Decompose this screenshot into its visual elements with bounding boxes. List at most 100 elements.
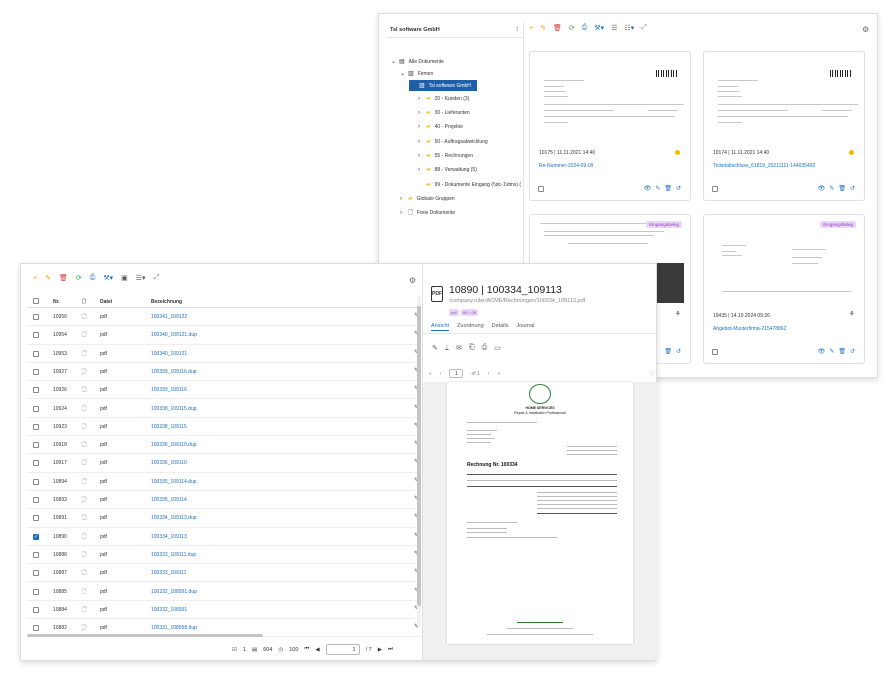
external-icon[interactable]: ⤢	[641, 24, 647, 32]
row-name[interactable]: 100338_109115.dup	[151, 406, 197, 412]
eye-icon[interactable]: 👁	[644, 185, 652, 192]
table-row[interactable]: 10923🗋pdf100338_109115✎	[27, 418, 421, 437]
pencil-icon[interactable]: ✎	[655, 185, 660, 192]
card-checkbox[interactable]	[712, 349, 718, 355]
print-icon[interactable]: ⎙	[90, 274, 96, 282]
external-icon[interactable]: ⤢	[154, 274, 160, 282]
chevron-icon[interactable]: ›	[400, 210, 408, 216]
row-checkbox[interactable]	[33, 515, 39, 522]
tab-ansicht[interactable]: Ansicht	[431, 323, 450, 331]
prev-page-icon[interactable]: ‹	[440, 371, 442, 377]
card-link[interactable]: Angebot-Musterfirma-215478862	[713, 326, 786, 332]
row-checkbox[interactable]	[33, 625, 39, 632]
tab-details[interactable]: Details	[492, 323, 509, 331]
row-name[interactable]: 100334_109113	[151, 534, 187, 540]
row-checkbox[interactable]	[33, 570, 39, 577]
next-page-icon[interactable]: ›	[488, 371, 490, 377]
more-icon[interactable]: ⋮	[650, 371, 655, 377]
table-row[interactable]: 10893🗋pdf100335_109114✎	[27, 491, 421, 510]
pin-icon[interactable]: ⚘	[849, 310, 855, 318]
row-name[interactable]: 100335_109114.dup	[151, 479, 197, 485]
row-name[interactable]: 100340_109121	[151, 351, 187, 357]
next-page-icon[interactable]: ▶	[378, 647, 382, 653]
tab-zuordnung[interactable]: Zuordnung	[457, 323, 484, 331]
row-name[interactable]: 100333_109111.dup	[151, 552, 196, 558]
row-name[interactable]: 100340_109121.dup	[151, 332, 197, 338]
viewer-page-input[interactable]: 1	[449, 369, 464, 378]
card-checkbox[interactable]	[712, 186, 718, 192]
card-link[interactable]: Ticketabschluss_61819_20211111-144035492	[713, 163, 815, 169]
history-icon[interactable]: ↺	[850, 348, 855, 355]
delete-icon[interactable]: 🗑	[553, 24, 562, 32]
page-input[interactable]: 1	[325, 644, 360, 655]
table-row[interactable]: 10917🗋pdf100336_109110✎	[27, 454, 421, 473]
view-icon[interactable]: ☷▾	[624, 24, 634, 32]
trash-icon[interactable]: 🗑	[664, 348, 672, 355]
row-checkbox[interactable]	[33, 423, 39, 430]
chevron-icon[interactable]: ›	[418, 153, 426, 159]
table-row[interactable]: 10918🗋pdf100336_109110.dup✎	[27, 436, 421, 455]
list-view-icon[interactable]: ☰▾	[136, 274, 146, 282]
card-checkbox[interactable]	[538, 186, 544, 192]
refresh-icon[interactable]: ⟳	[76, 274, 82, 282]
table-row[interactable]: 10953🗋pdf100340_109121✎	[27, 345, 421, 363]
refresh-icon[interactable]: ⟳	[569, 24, 575, 32]
trash-icon[interactable]: 🗑	[838, 185, 846, 192]
row-checkbox[interactable]	[33, 551, 39, 558]
tree-item[interactable]: › ▰ 50 - Auftragsabwicklung	[418, 136, 488, 147]
table-row[interactable]: 10891🗋pdf100334_109113.dup✎	[27, 509, 421, 528]
table-row[interactable]: 10956🗋pdf100341_109122✎	[27, 308, 421, 327]
first-page-icon[interactable]: «	[429, 371, 432, 377]
table-row[interactable]: 10954🗋pdf100340_109121.dup✎	[27, 326, 421, 345]
chevron-icon[interactable]: ›	[418, 124, 426, 130]
row-checkbox[interactable]	[33, 606, 39, 613]
chevron-icon[interactable]: ⌄	[391, 58, 399, 65]
table-row[interactable]: 10888🗋pdf100333_109111.dup✎	[27, 546, 421, 565]
table-row[interactable]: 10924🗋pdf100338_109115.dup✎	[27, 400, 421, 418]
prev-page-icon[interactable]: ◀	[315, 647, 319, 653]
row-checkbox[interactable]	[33, 405, 39, 412]
row-checkbox[interactable]	[33, 460, 39, 467]
tree-item[interactable]: › ▰ 40 - Projekte	[418, 121, 463, 132]
history-icon[interactable]: ↺	[850, 185, 855, 192]
row-checkbox[interactable]	[33, 350, 39, 357]
tree-item[interactable]: ⌄ ▥ Firmen	[400, 68, 433, 79]
first-page-icon[interactable]: ⏮	[304, 646, 309, 653]
tree-item[interactable]: ⌄ ▥ Tsl software GmbH	[409, 80, 477, 91]
stamp-icon[interactable]: ⍊	[445, 344, 449, 352]
document-card[interactable]: 10174 | 11.11.2021 14:40 Ticketabschluss…	[703, 51, 865, 201]
chevron-icon[interactable]: ›	[418, 139, 426, 145]
horizontal-scrollbar[interactable]	[27, 634, 263, 637]
row-name[interactable]: 100338_109115	[151, 424, 187, 430]
tools-icon[interactable]: ⚒▾	[594, 24, 604, 32]
add-icon[interactable]: +	[529, 25, 533, 32]
eye-icon[interactable]: 👁	[818, 185, 826, 192]
table-row[interactable]: 10894🗋pdf100335_109114.dup✎	[27, 473, 421, 491]
table-row[interactable]: 10927🗋pdf100339_109116.dup✎	[27, 363, 421, 382]
row-name[interactable]: 100339_109116.dup	[151, 369, 197, 375]
mail-icon[interactable]: ✉	[456, 344, 462, 352]
clipboard-icon[interactable]: ⎗	[469, 344, 475, 352]
row-checkbox[interactable]	[33, 368, 39, 375]
list-icon[interactable]: ☰	[611, 24, 617, 32]
row-name[interactable]: 100341_109122	[151, 314, 187, 320]
tree-item[interactable]: ▰ 99 - Dokumente Eingang (\\dc-1\dms) (	[418, 179, 521, 190]
document-card[interactable]: 10175 | 11.11.2021 14:40 Re-Nummer-2024-…	[529, 51, 691, 201]
tree-item[interactable]: › ▰ 88 - Verwaltung (5)	[418, 164, 477, 175]
trash-icon[interactable]: 🗑	[664, 185, 672, 192]
tab-journal[interactable]: Journal	[516, 323, 534, 331]
tree-item[interactable]: › 🗋 Freie Dokumente	[400, 207, 455, 218]
row-checkbox[interactable]	[33, 387, 39, 394]
gear-icon[interactable]: ⚙	[409, 276, 416, 285]
row-checkbox[interactable]	[33, 332, 39, 339]
table-row[interactable]: 10885🗋pdf100332_108991.dup✎	[27, 583, 421, 601]
row-name[interactable]: 100332_108991	[151, 607, 187, 613]
chevron-icon[interactable]: ›	[418, 96, 426, 102]
print-icon[interactable]: ⎙	[482, 344, 488, 352]
chevron-icon[interactable]: ⌄	[411, 82, 419, 89]
chevron-icon[interactable]: ›	[418, 167, 426, 173]
trash-icon[interactable]: 🗑	[838, 348, 846, 355]
comment-icon[interactable]: ▭	[494, 344, 501, 352]
row-name[interactable]: 100332_108991.dup	[151, 589, 197, 595]
eye-icon[interactable]: 👁	[818, 348, 826, 355]
